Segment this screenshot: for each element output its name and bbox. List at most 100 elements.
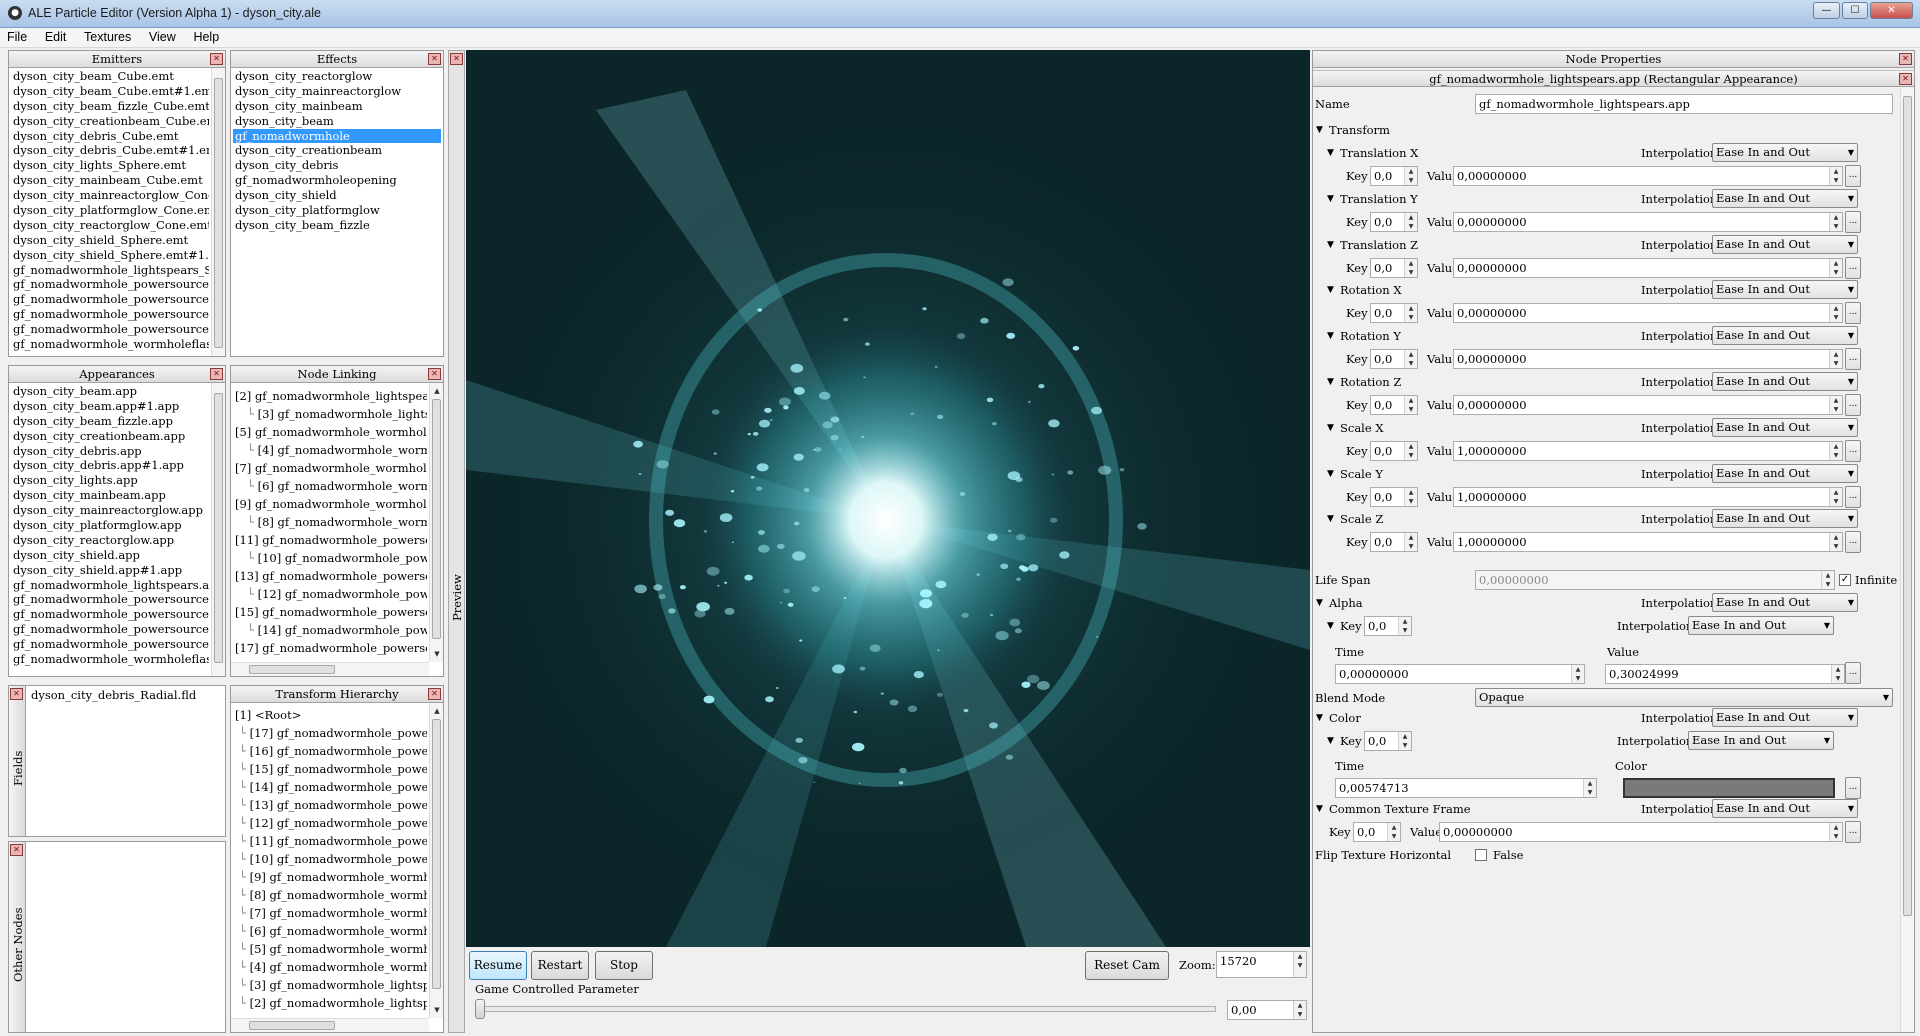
node-link-item[interactable]: └ [14] gf_nomadwormhole_powers bbox=[233, 621, 427, 639]
color-interpolation-select[interactable]: Ease In and Out ▼ bbox=[1712, 708, 1858, 727]
stop-button[interactable]: Stop bbox=[595, 951, 653, 980]
spin-arrows-icon[interactable]: ▲ ▼ bbox=[1404, 350, 1417, 369]
translation-z-interpolation-select[interactable]: Ease In and Out ▼ bbox=[1712, 234, 1858, 254]
rotation-x-edit-button[interactable]: ... bbox=[1845, 302, 1861, 325]
spin-arrows-icon[interactable]: ▲ ▼ bbox=[1829, 823, 1842, 841]
alpha-edit-button[interactable]: ... bbox=[1845, 662, 1861, 684]
alpha-interpolation-select[interactable]: Ease In and Out ▼ bbox=[1712, 593, 1858, 612]
rotation-y-collapse-icon[interactable]: ▼ bbox=[1327, 331, 1334, 341]
appearance-item[interactable]: dyson_city_beam_fizzle.app bbox=[11, 414, 209, 429]
appearance-item[interactable]: dyson_city_debris.app#1.app bbox=[11, 458, 209, 473]
spin-arrows-icon[interactable]: ▲ ▼ bbox=[1829, 441, 1842, 460]
rotation-z-key-input[interactable]: 0,0 ▲ ▼ bbox=[1370, 395, 1418, 415]
node-link-item[interactable]: └ [8] gf_nomadwormhole_wormh bbox=[233, 513, 427, 531]
texture-frame-interpolation-select[interactable]: Ease In and Out ▼ bbox=[1712, 799, 1858, 818]
color-key-collapse-icon[interactable]: ▼ bbox=[1327, 736, 1334, 746]
rotation-z-collapse-icon[interactable]: ▼ bbox=[1327, 377, 1334, 387]
rotation-z-value-input[interactable]: 0,00000000 ▲ ▼ bbox=[1453, 395, 1843, 415]
appearance-item[interactable]: gf_nomadwormhole_powersource_sl bbox=[11, 637, 209, 652]
minimize-button[interactable]: — bbox=[1813, 2, 1840, 19]
node-link-item[interactable]: └ [6] gf_nomadwormhole_wormh bbox=[233, 477, 427, 495]
hierarchy-item[interactable]: └ [12] gf_nomadwormhole_powers bbox=[233, 814, 427, 832]
rotation-x-value-input[interactable]: 0,00000000 ▲ ▼ bbox=[1453, 303, 1843, 324]
hierarchy-item[interactable]: └ [5] gf_nomadwormhole_wormho bbox=[233, 940, 427, 958]
zoom-spin-arrows[interactable]: ▲ ▼ bbox=[1293, 952, 1306, 977]
effect-item[interactable]: dyson_city_mainbeam bbox=[233, 99, 441, 114]
emitter-item[interactable]: dyson_city_platformglow_Cone.emt bbox=[11, 203, 209, 218]
rotation-y-value-input[interactable]: 0,00000000 ▲ ▼ bbox=[1453, 349, 1843, 370]
rotation-z-interpolation-select[interactable]: Ease In and Out ▼ bbox=[1712, 372, 1858, 391]
reset-cam-button[interactable]: Reset Cam bbox=[1085, 951, 1169, 980]
transform-collapse-icon[interactable]: ▼ bbox=[1316, 125, 1323, 135]
emitter-item[interactable]: dyson_city_debris_Cube.emt#1.emt bbox=[11, 143, 209, 158]
game-param-input[interactable]: 0,00 ▲ ▼ bbox=[1227, 1000, 1307, 1020]
emitters-scroll-thumb[interactable] bbox=[214, 78, 223, 348]
scale-y-collapse-icon[interactable]: ▼ bbox=[1327, 469, 1334, 479]
maximize-button[interactable]: ☐ bbox=[1842, 2, 1868, 19]
emitter-item[interactable]: gf_nomadwormhole_powersource_b bbox=[11, 277, 209, 292]
translation-y-key-input[interactable]: 0,0 ▲ ▼ bbox=[1370, 211, 1418, 232]
spin-arrows-icon[interactable]: ▲ ▼ bbox=[1829, 167, 1842, 185]
transform-hierarchy-vthumb[interactable] bbox=[432, 719, 441, 989]
emitters-close-icon[interactable]: ✕ bbox=[210, 53, 223, 65]
blend-mode-select[interactable]: Opaque ▼ bbox=[1475, 688, 1893, 707]
game-param-slider-track[interactable] bbox=[476, 1006, 1216, 1012]
spin-arrows-icon[interactable]: ▲ ▼ bbox=[1404, 304, 1417, 323]
spin-arrows-icon[interactable]: ▲ ▼ bbox=[1404, 258, 1417, 277]
node-link-item[interactable]: [17] gf_nomadwormhole_powersou bbox=[233, 639, 427, 657]
hierarchy-item[interactable]: └ [4] gf_nomadwormhole_wormho bbox=[233, 958, 427, 976]
emitter-item[interactable]: dyson_city_debris_Cube.emt bbox=[11, 129, 209, 144]
spin-arrows-icon[interactable]: ▲ ▼ bbox=[1404, 212, 1417, 231]
spin-arrows-icon[interactable]: ▲ ▼ bbox=[1829, 258, 1842, 277]
transform-hierarchy-hscroll[interactable] bbox=[231, 1018, 429, 1032]
transform-hierarchy-close-icon[interactable]: ✕ bbox=[428, 688, 441, 700]
alpha-key-interpolation-select[interactable]: Ease In and Out ▼ bbox=[1688, 616, 1834, 635]
flip-horizontal-checkbox[interactable] bbox=[1475, 849, 1487, 861]
effect-item[interactable]: dyson_city_shield bbox=[233, 188, 441, 203]
effect-item[interactable]: dyson_city_mainreactorglow bbox=[233, 84, 441, 99]
hierarchy-item[interactable]: └ [15] gf_nomadwormhole_powers bbox=[233, 760, 427, 778]
node-properties-scrollbar[interactable] bbox=[1900, 88, 1914, 1032]
rotation-z-edit-button[interactable]: ... bbox=[1845, 394, 1861, 416]
spin-arrows-icon[interactable]: ▲ ▼ bbox=[1404, 167, 1417, 185]
appearances-scrollbar[interactable] bbox=[211, 383, 225, 676]
color-swatch[interactable] bbox=[1623, 778, 1835, 798]
translation-y-collapse-icon[interactable]: ▼ bbox=[1327, 194, 1334, 204]
emitter-item[interactable]: dyson_city_lights_Sphere.emt bbox=[11, 158, 209, 173]
appearances-list[interactable]: dyson_city_beam.app dyson_city_beam.app#1… bbox=[11, 384, 209, 674]
effect-item[interactable]: dyson_city_reactorglow bbox=[233, 69, 441, 84]
translation-z-collapse-icon[interactable]: ▼ bbox=[1327, 240, 1334, 250]
emitter-item[interactable]: gf_nomadwormhole_powersource_sl bbox=[11, 322, 209, 337]
rotation-y-interpolation-select[interactable]: Ease In and Out ▼ bbox=[1712, 326, 1858, 346]
transform-hierarchy-vscroll[interactable]: ▲ ▼ bbox=[429, 703, 443, 1018]
effect-item[interactable]: dyson_city_debris bbox=[233, 158, 441, 173]
appearance-item[interactable]: dyson_city_reactorglow.app bbox=[11, 533, 209, 548]
hierarchy-item[interactable]: └ [10] gf_nomadwormhole_powers bbox=[233, 850, 427, 868]
spin-arrows-icon[interactable]: ▲ ▼ bbox=[1571, 665, 1584, 683]
emitters-scrollbar[interactable] bbox=[211, 68, 225, 356]
effect-item[interactable]: dyson_city_beam_fizzle bbox=[233, 218, 441, 233]
menu-view[interactable]: View bbox=[142, 28, 183, 44]
hierarchy-item[interactable]: └ [3] gf_nomadwormhole_lightspe bbox=[233, 976, 427, 994]
appearances-close-icon[interactable]: ✕ bbox=[210, 368, 223, 380]
node-properties-scroll-thumb[interactable] bbox=[1903, 96, 1912, 916]
effect-item[interactable]: gf_nomadwormholeopening bbox=[233, 173, 441, 188]
appearance-item[interactable]: gf_nomadwormhole_powersource_b bbox=[11, 592, 209, 607]
emitter-item[interactable]: dyson_city_mainbeam_Cube.emt bbox=[11, 173, 209, 188]
texture-frame-key-input[interactable]: 0,0 ▲ ▼ bbox=[1353, 822, 1401, 842]
effects-list[interactable]: dyson_city_reactorglow dyson_city_mainrea… bbox=[233, 69, 441, 354]
emitters-list[interactable]: dyson_city_beam_Cube.emt dyson_city_beam_… bbox=[11, 69, 209, 354]
color-collapse-icon[interactable]: ▼ bbox=[1316, 713, 1323, 723]
scale-z-interpolation-select[interactable]: Ease In and Out ▼ bbox=[1712, 509, 1858, 529]
translation-z-edit-button[interactable]: ... bbox=[1845, 256, 1861, 279]
emitter-item[interactable]: dyson_city_beam_Cube.emt#1.emt bbox=[11, 84, 209, 99]
fields-close-icon[interactable]: ✕ bbox=[10, 688, 23, 700]
node-properties-sub-close-icon[interactable]: ✕ bbox=[1899, 73, 1912, 85]
scale-x-edit-button[interactable]: ... bbox=[1845, 439, 1861, 462]
life-span-input[interactable]: 0,00000000 ▲ ▼ bbox=[1475, 570, 1835, 590]
alpha-key-collapse-icon[interactable]: ▼ bbox=[1327, 621, 1334, 631]
emitter-item[interactable]: gf_nomadwormhole_powersource_c bbox=[11, 292, 209, 307]
node-linking-hthumb[interactable] bbox=[249, 665, 335, 674]
preview-viewport[interactable] bbox=[466, 50, 1310, 947]
appearance-item[interactable]: gf_nomadwormhole_lightspears.app bbox=[11, 578, 209, 593]
